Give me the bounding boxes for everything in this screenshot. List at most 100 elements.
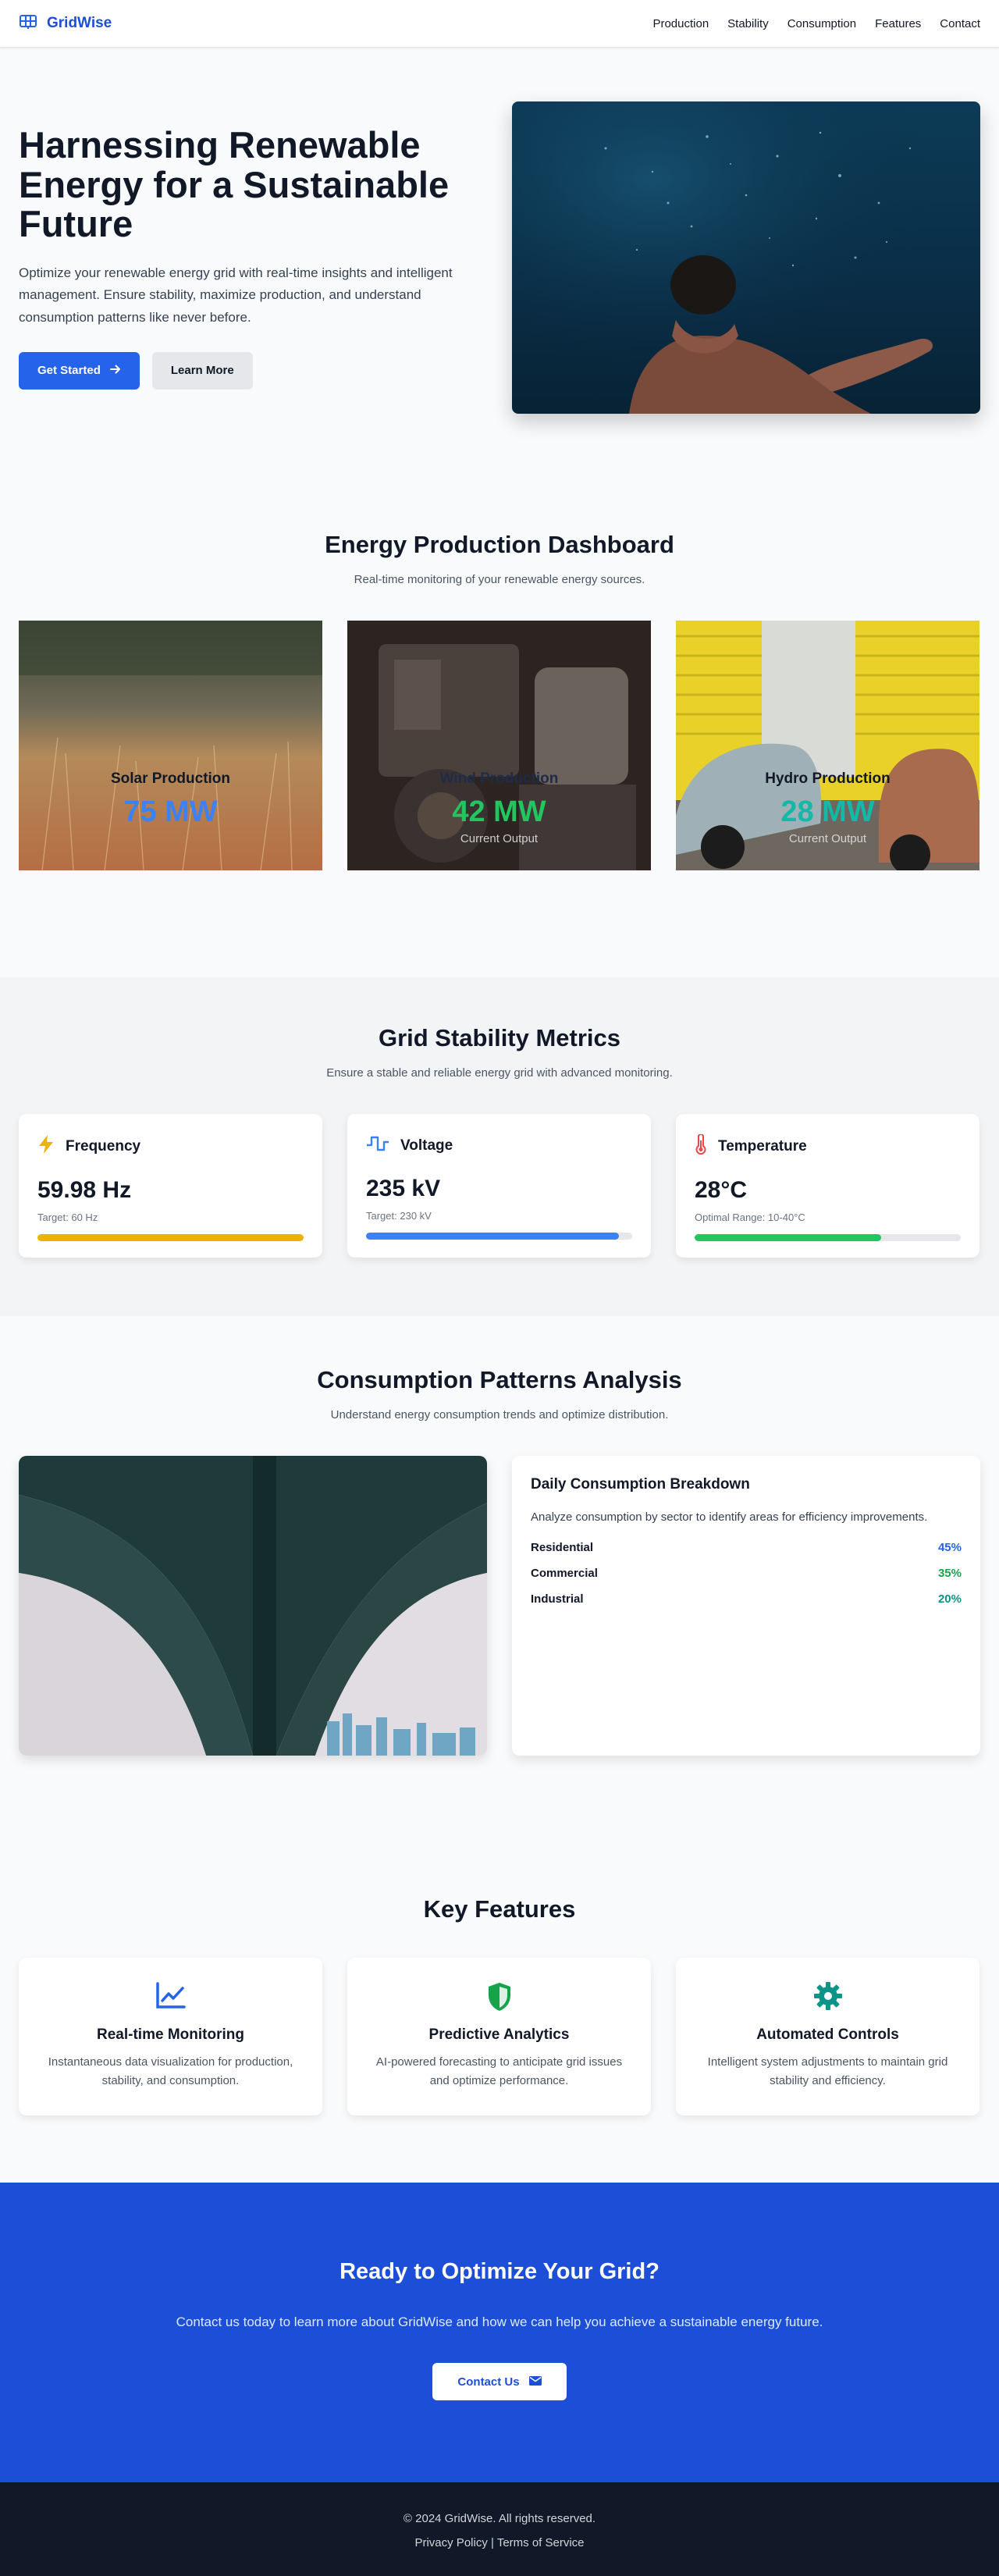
breakdown-row-commercial: Commercial 35%: [531, 1567, 962, 1580]
stability-cards: Frequency 59.98 Hz Target: 60 Hz Voltage…: [0, 1114, 999, 1258]
feature-title: Real-time Monitoring: [97, 2026, 244, 2043]
cta-title: Ready to Optimize Your Grid?: [340, 2259, 659, 2284]
feature-title: Predictive Analytics: [428, 2026, 570, 2043]
main-nav: Production Stability Consumption Feature…: [652, 17, 980, 30]
voltage-progress-track: [366, 1233, 632, 1240]
temperature-value: 28°C: [695, 1177, 748, 1203]
frequency-progress-fill: [37, 1234, 304, 1241]
site-footer: © 2024 GridWise. All rights reserved. Pr…: [0, 2482, 999, 2576]
feature-description: Intelligent system adjustments to mainta…: [707, 2055, 948, 2087]
lightning-icon: [37, 1134, 55, 1158]
voltage-target: Target: 230 kV: [366, 1210, 432, 1222]
solar-production-name: Solar Production: [110, 770, 231, 787]
hydro-production-card: Hydro Production 28 MW Current Output: [676, 621, 979, 870]
hero-image-swimmer: [512, 101, 980, 414]
hero-content: Harnessing Renewable Energy for a Sustai…: [19, 126, 487, 390]
sector-share: 45%: [937, 1541, 962, 1554]
grid-stability-section: Grid Stability Metrics Ensure a stable a…: [0, 977, 999, 1316]
stability-subtitle: Ensure a stable and reliable energy grid…: [326, 1066, 673, 1080]
chart-line-icon: [19, 1981, 322, 2012]
contact-us-button[interactable]: Contact Us: [432, 2363, 567, 2400]
nav-link-consumption[interactable]: Consumption: [787, 17, 856, 30]
site-header: GridWise Production Stability Consumptio…: [0, 0, 999, 47]
shield-icon: [347, 1981, 651, 2012]
bridge-underside-image: [19, 1456, 487, 1756]
grid-logo-icon: [19, 14, 37, 34]
feature-card-monitoring: Real-time Monitoring Instantaneous data …: [19, 1958, 322, 2115]
voltage-progress-fill: [366, 1233, 619, 1240]
breakdown-row-industrial: Industrial 20%: [531, 1592, 962, 1606]
consumption-content: Daily Consumption Breakdown Analyze cons…: [0, 1456, 999, 1756]
wind-production-text: Wind Production 42 MW Current Output: [347, 770, 651, 845]
dashboard-title: Energy Production Dashboard: [325, 531, 674, 558]
copyright-text: © 2024 GridWise. All rights reserved.: [403, 2512, 596, 2525]
nav-link-stability[interactable]: Stability: [727, 17, 769, 30]
wind-production-card: Wind Production 42 MW Current Output: [347, 621, 651, 870]
features-title: Key Features: [423, 1895, 576, 1923]
voltage-name: Voltage: [400, 1137, 453, 1154]
voltage-value: 235 kV: [366, 1176, 441, 1201]
hero-subtitle: Optimize your renewable energy grid with…: [19, 265, 453, 325]
consumption-breakdown-card: Daily Consumption Breakdown Analyze cons…: [512, 1456, 980, 1756]
sector-label: Industrial: [531, 1592, 584, 1606]
consumption-subtitle: Understand energy consumption trends and…: [330, 1408, 669, 1421]
production-dashboard-section: Energy Production Dashboard Real-time mo…: [0, 468, 999, 977]
temperature-name: Temperature: [718, 1137, 807, 1155]
feature-card-analytics: Predictive Analytics AI-powered forecast…: [347, 1958, 651, 2115]
dry-grass-image: [19, 621, 322, 870]
wind-production-value: 42 MW: [452, 795, 546, 828]
privacy-policy-link[interactable]: Privacy Policy: [414, 2536, 487, 2549]
frequency-value: 59.98 Hz: [37, 1177, 132, 1203]
wind-production-label: Current Output: [460, 832, 539, 845]
frequency-progress-track: [37, 1234, 304, 1241]
wind-production-name: Wind Production: [439, 770, 559, 787]
temperature-progress-fill: [695, 1234, 881, 1241]
frequency-name: Frequency: [66, 1137, 141, 1155]
feature-cards: Real-time Monitoring Instantaneous data …: [0, 1958, 999, 2115]
contact-us-label: Contact Us: [457, 2375, 520, 2389]
feature-card-controls: Automated Controls Intelligent system ad…: [676, 1958, 979, 2115]
pulse-icon: [366, 1134, 389, 1157]
brand[interactable]: GridWise: [19, 14, 112, 34]
breakdown-list: Residential 45% Commercial 35% Industria…: [531, 1541, 962, 1606]
key-features-section: Key Features Real-time Monitoring Instan…: [0, 1830, 999, 2183]
stability-title: Grid Stability Metrics: [378, 1024, 621, 1051]
cta-subtitle: Contact us today to learn more about Gri…: [176, 2314, 823, 2329]
frequency-card: Frequency 59.98 Hz Target: 60 Hz: [19, 1114, 322, 1258]
consumption-section: Consumption Patterns Analysis Understand…: [0, 1316, 999, 1830]
hydro-production-text: Hydro Production 28 MW Current Output: [676, 770, 979, 845]
production-cards: Solar Production 75 MW Wind Production 4…: [0, 621, 999, 870]
sector-share: 20%: [937, 1592, 962, 1606]
breakdown-description: Analyze consumption by sector to identif…: [531, 1510, 928, 1524]
frequency-header: Frequency: [37, 1134, 304, 1158]
breakdown-title: Daily Consumption Breakdown: [531, 1476, 750, 1493]
temperature-progress-track: [695, 1234, 961, 1241]
hero-buttons: Get Started Learn More: [19, 351, 487, 390]
temperature-card: Temperature 28°C Optimal Range: 10-40°C: [676, 1114, 979, 1258]
feature-description: AI-powered forecasting to anticipate gri…: [375, 2055, 623, 2087]
voltage-card: Voltage 235 kV Target: 230 kV: [347, 1114, 651, 1258]
sector-label: Residential: [531, 1541, 594, 1554]
nav-link-contact[interactable]: Contact: [940, 17, 980, 30]
hydro-production-value: 28 MW: [780, 795, 875, 828]
brand-name: GridWise: [47, 15, 112, 31]
temperature-header: Temperature: [695, 1133, 961, 1158]
terms-of-service-link[interactable]: Terms of Service: [497, 2536, 585, 2549]
solar-production-text: Solar Production 75 MW: [19, 770, 322, 832]
get-started-label: Get Started: [37, 364, 101, 378]
footer-separator: |: [491, 2536, 494, 2549]
solar-production-value: 75 MW: [123, 795, 218, 828]
hero-title: Harnessing Renewable Energy for a Sustai…: [19, 124, 450, 244]
get-started-button[interactable]: Get Started: [19, 351, 140, 390]
gear-icon: [676, 1981, 979, 2012]
feature-title: Automated Controls: [756, 2026, 899, 2043]
nav-link-production[interactable]: Production: [652, 17, 709, 30]
dashboard-subtitle: Real-time monitoring of your renewable e…: [354, 573, 645, 586]
arrow-right-icon: [109, 364, 121, 378]
learn-more-button[interactable]: Learn More: [151, 351, 253, 390]
frequency-target: Target: 60 Hz: [37, 1212, 98, 1223]
nav-link-features[interactable]: Features: [875, 17, 921, 30]
sector-share: 35%: [937, 1567, 962, 1580]
footer-links: Privacy Policy | Terms of Service: [0, 2536, 999, 2549]
sector-label: Commercial: [531, 1567, 598, 1580]
